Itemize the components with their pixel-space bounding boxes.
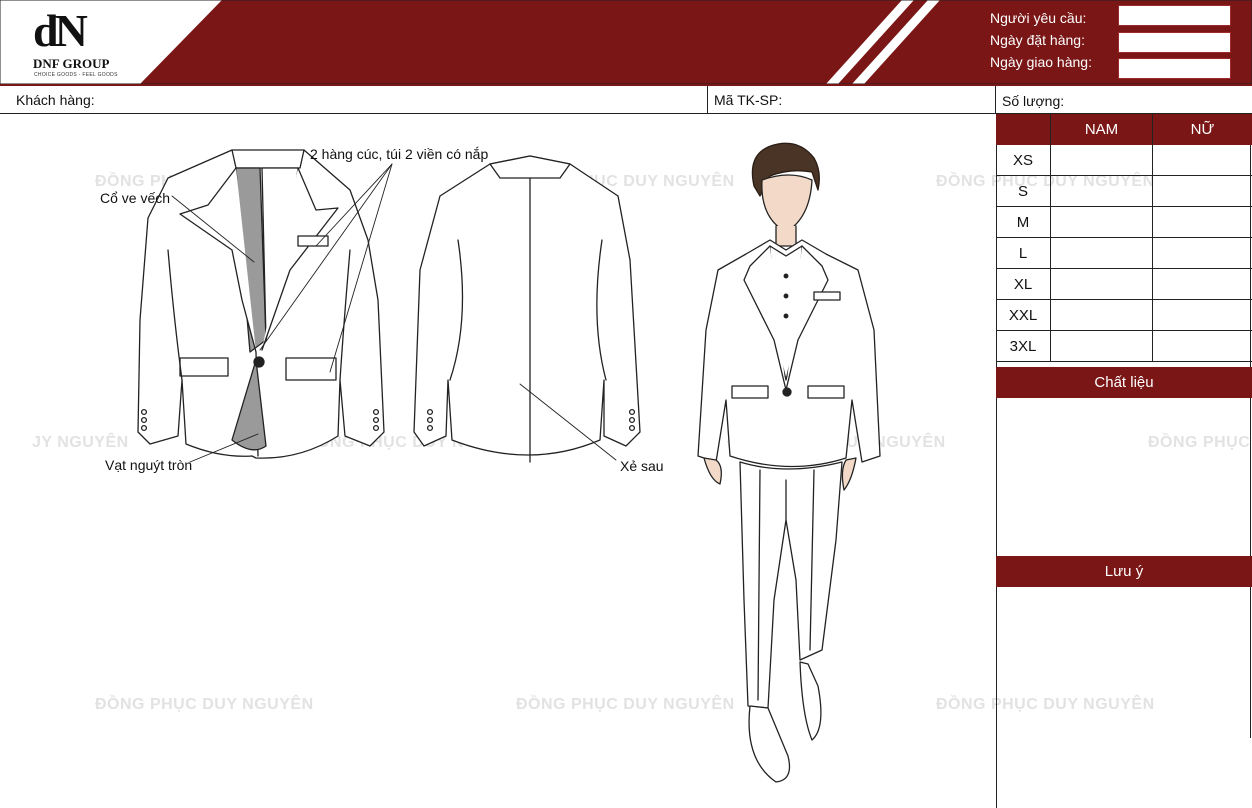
size-qty-female[interactable] — [1152, 176, 1252, 207]
product-code-field[interactable]: Mã TK-SP: — [708, 86, 996, 114]
size-label: XXL — [1008, 307, 1038, 324]
customer-field[interactable]: Khách hàng: — [0, 86, 708, 114]
size-header-blank — [996, 114, 1050, 145]
size-table-header: NAM NỮ — [996, 114, 1252, 145]
info-row: Khách hàng: Mã TK-SP: Số lượng: — [0, 84, 1252, 114]
annotation-back-vent: Xẻ sau — [620, 458, 664, 474]
size-qty-female[interactable] — [1152, 238, 1252, 269]
size-qty-female[interactable] — [1152, 300, 1252, 331]
size-header-female: NỮ — [1152, 114, 1252, 145]
model-illustration — [697, 142, 881, 783]
size-label: 3XL — [1009, 338, 1037, 355]
brand-logo: dN DNF GROUP CHOICE GOODS - FEEL GOODS — [30, 5, 120, 79]
customer-label: Khách hàng: — [16, 92, 95, 108]
material-section-header: Chất liệu — [996, 367, 1252, 398]
size-qty-male[interactable] — [1050, 207, 1152, 238]
size-label: M — [1016, 214, 1030, 231]
logo-name: DNF GROUP — [33, 56, 110, 71]
size-header-male: NAM — [1050, 114, 1152, 145]
delivery-date-label: Ngày giao hàng: — [990, 54, 1092, 70]
logo-mark: dN — [33, 5, 88, 56]
size-qty-female[interactable] — [1152, 269, 1252, 300]
size-qty-male[interactable] — [1050, 331, 1152, 362]
back-jacket-sketch — [413, 155, 641, 463]
size-qty-male[interactable] — [1050, 300, 1152, 331]
size-label: L — [1018, 245, 1028, 262]
notes-field[interactable] — [997, 587, 1250, 737]
size-qty-male[interactable] — [1050, 238, 1152, 269]
product-code-label: Mã TK-SP: — [714, 92, 783, 108]
delivery-date-field[interactable] — [1118, 58, 1231, 79]
size-row: L — [996, 238, 1252, 269]
front-jacket-sketch — [137, 149, 385, 459]
size-qty-female[interactable] — [1152, 145, 1252, 176]
quantity-field[interactable]: Số lượng: — [996, 86, 1252, 114]
quantity-label: Số lượng: — [1002, 93, 1065, 109]
requester-label: Người yêu cầu: — [990, 10, 1087, 26]
size-qty-male[interactable] — [1050, 269, 1152, 300]
order-date-field[interactable] — [1118, 32, 1231, 53]
order-date-label: Ngày đặt hàng: — [990, 32, 1085, 48]
size-qty-male[interactable] — [1050, 176, 1152, 207]
material-field[interactable] — [997, 398, 1250, 556]
size-qty-female[interactable] — [1152, 331, 1252, 362]
notes-section-header: Lưu ý — [996, 556, 1252, 587]
annotation-hem: Vạt nguýt tròn — [105, 457, 193, 473]
size-label: S — [1017, 183, 1028, 200]
size-label: XS — [1012, 152, 1033, 169]
size-qty-male[interactable] — [1050, 145, 1152, 176]
size-row: M — [996, 207, 1252, 238]
size-row: XXL — [996, 300, 1252, 331]
size-row: 3XL — [996, 331, 1252, 362]
annotation-buttons-pockets: 2 hàng cúc, túi 2 viền có nắp — [310, 146, 489, 162]
annotation-collar: Cổ ve vếch — [100, 190, 171, 206]
size-row: XS — [996, 145, 1252, 176]
logo-tagline: CHOICE GOODS - FEEL GOODS — [34, 72, 118, 78]
size-row: S — [996, 176, 1252, 207]
size-row: XL — [996, 269, 1252, 300]
size-label: XL — [1013, 276, 1033, 293]
requester-field[interactable] — [1118, 5, 1231, 26]
header-band: dN DNF GROUP CHOICE GOODS - FEEL GOODS N… — [0, 0, 1252, 84]
size-qty-female[interactable] — [1152, 207, 1252, 238]
